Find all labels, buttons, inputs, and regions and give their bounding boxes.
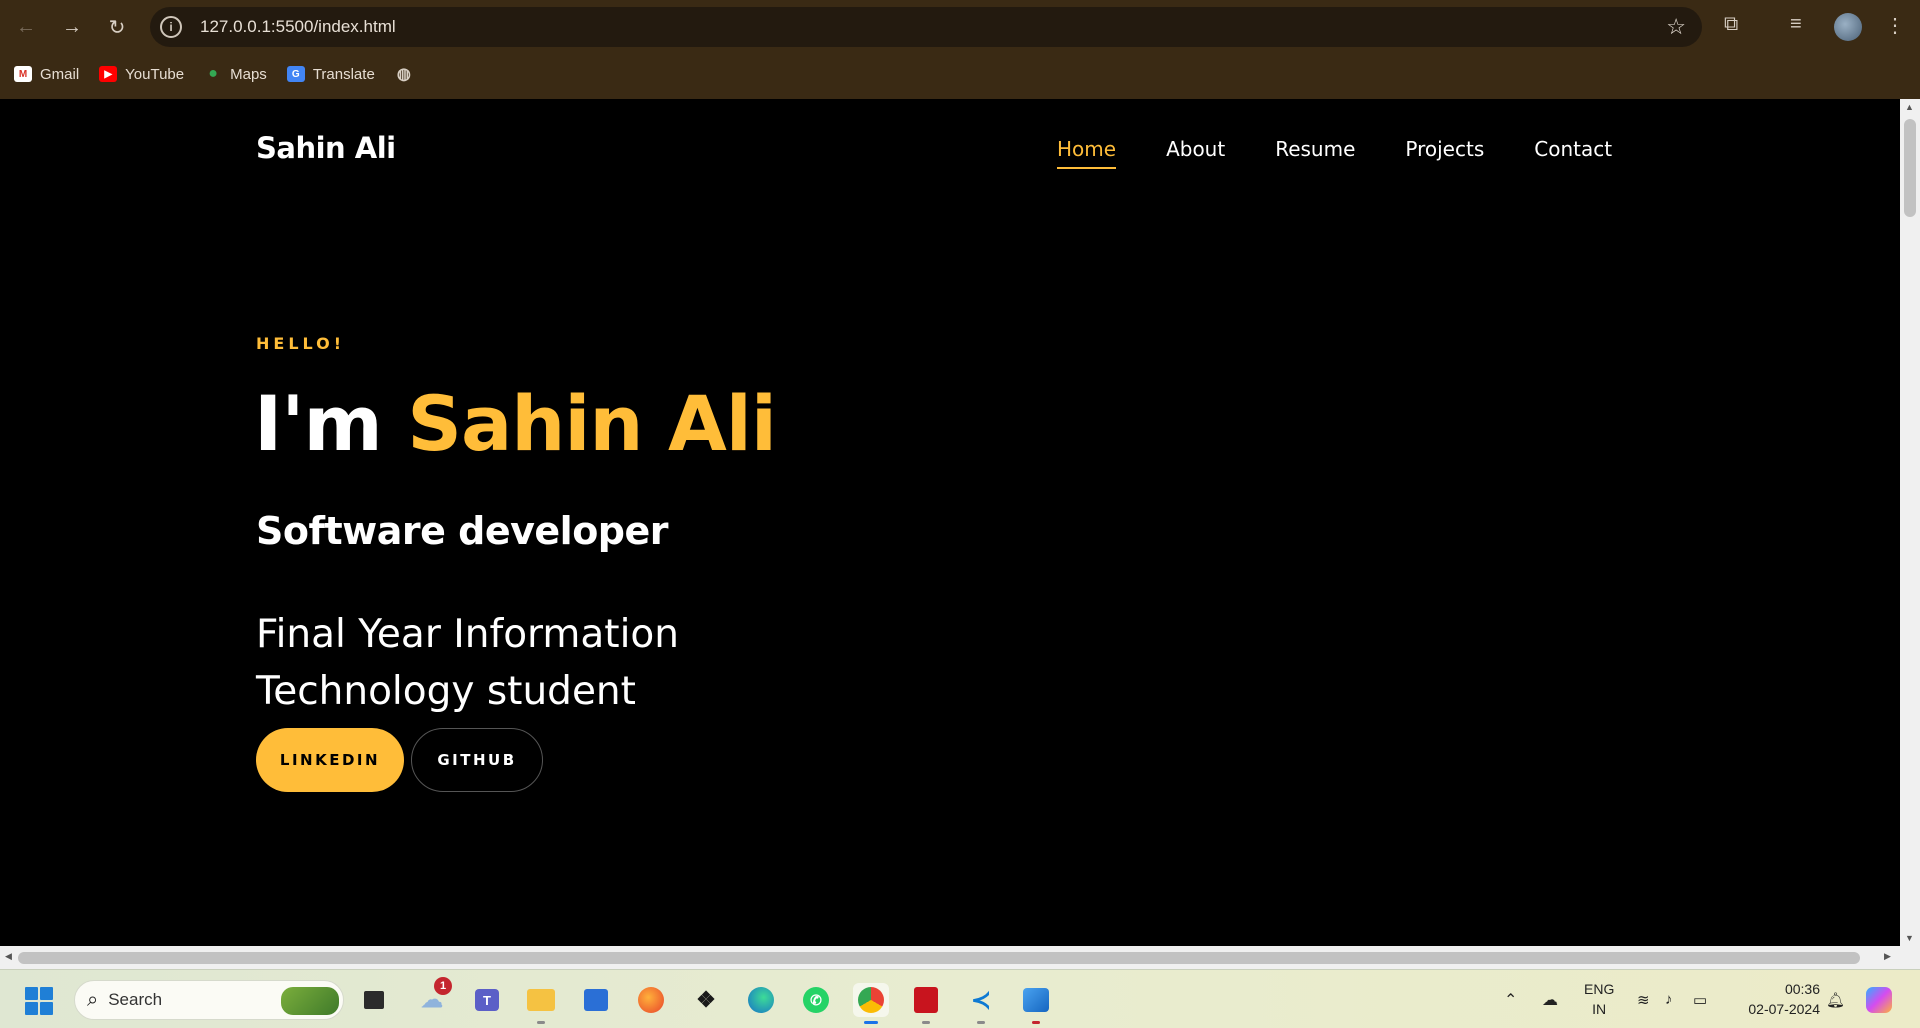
youtube-icon: ▶	[99, 66, 118, 82]
photos-icon[interactable]	[1018, 983, 1054, 1024]
onedrive-offline-icon[interactable]: ☁	[1542, 970, 1558, 1028]
site-brand[interactable]: Sahin Ali	[256, 131, 396, 165]
scroll-up-icon[interactable]: ▲	[1905, 102, 1914, 112]
scroll-right-icon[interactable]: ▶	[1884, 951, 1891, 962]
clock[interactable]: 00:36 02-07-2024	[1734, 979, 1820, 1019]
vertical-scroll-thumb[interactable]	[1904, 119, 1916, 217]
copilot-icon[interactable]	[1866, 970, 1892, 1028]
edge-icon[interactable]	[743, 983, 779, 1017]
reload-button[interactable]: ↻	[101, 11, 133, 43]
weather-badge: 1	[434, 977, 452, 995]
maps-icon: ●	[208, 65, 218, 82]
wifi-icon[interactable]: ≋	[1637, 970, 1650, 1028]
weather-icon[interactable]: ☁ 1	[414, 977, 452, 1017]
nav-about[interactable]: About	[1166, 137, 1225, 169]
scrollbar-corner	[1900, 946, 1920, 969]
github-button[interactable]: GITHUB	[411, 728, 543, 792]
address-bar[interactable]: i 127.0.0.1:5500/index.html ☆	[150, 7, 1702, 47]
show-hidden-icons[interactable]: ⌃	[1504, 970, 1517, 1028]
clock-time: 00:36	[1784, 981, 1820, 997]
hero-headline: I'm Sahin Ali	[254, 379, 777, 468]
nav-home[interactable]: Home	[1057, 137, 1117, 169]
translate-icon: G	[286, 66, 305, 82]
hero-name: Sahin Ali	[407, 379, 777, 468]
horizontal-scroll-thumb[interactable]	[18, 952, 1860, 964]
hero-role: Software developer	[256, 509, 669, 553]
hero-intro: I'm	[254, 379, 408, 468]
task-view-icon[interactable]	[356, 983, 392, 1017]
nav-projects[interactable]: Projects	[1405, 137, 1484, 169]
extensions-icon[interactable]: ⧉	[1724, 13, 1738, 36]
language-line1: ENG	[1584, 981, 1615, 997]
hero-description: Final Year Information Technology studen…	[256, 612, 680, 714]
vertical-scrollbar[interactable]: ▲ ▼	[1900, 99, 1920, 946]
site-info-icon[interactable]: i	[160, 16, 182, 38]
bookmark-label: Maps	[230, 65, 267, 83]
firefox-icon[interactable]	[633, 983, 669, 1017]
bookmarks-bar: M Gmail ▶ YouTube ● Maps G Translate ◍	[0, 58, 1920, 90]
bookmark-maps[interactable]: ● Maps	[204, 65, 267, 83]
acrobat-icon[interactable]	[908, 983, 944, 1024]
bookmark-gmail[interactable]: M Gmail	[14, 66, 79, 83]
browser-toolbar: ← → ↻ i 127.0.0.1:5500/index.html ☆ ⧉ ≡ …	[0, 0, 1920, 54]
teams-icon[interactable]: T	[469, 983, 505, 1017]
bookmark-label: YouTube	[125, 65, 185, 83]
browser-chrome: ← → ↻ i 127.0.0.1:5500/index.html ☆ ⧉ ≡ …	[0, 0, 1920, 99]
nav-contact[interactable]: Contact	[1534, 137, 1612, 169]
media-controls-icon[interactable]: ≡	[1790, 13, 1802, 36]
browser-menu-icon[interactable]: ⋮	[1885, 13, 1905, 38]
web-page: Sahin Ali Home About Resume Projects Con…	[0, 99, 1900, 946]
vscode-icon[interactable]: ≺	[963, 983, 999, 1024]
dropbox-icon[interactable]: ❖	[688, 983, 724, 1017]
taskbar-search[interactable]: ⌕ Search	[74, 980, 344, 1020]
taskbar-search-label: Search	[108, 990, 163, 1009]
bookmark-globe[interactable]: ◍	[395, 66, 421, 83]
chrome-icon[interactable]	[853, 983, 889, 1024]
search-icon: ⌕	[87, 988, 99, 1011]
battery-icon[interactable]: ▭	[1693, 970, 1707, 1028]
bookmark-label: Translate	[312, 65, 375, 83]
taskbar: ⌕ Search ☁ 1 T ❖ ✆ ≺ ⌃ ☁ ENG IN ≋ ♪ ▭ 00:…	[0, 969, 1920, 1028]
bookmark-label: Gmail	[40, 65, 80, 83]
search-highlight-icon	[281, 987, 339, 1015]
scroll-down-icon[interactable]: ▼	[1905, 933, 1914, 943]
volume-icon[interactable]: ♪	[1665, 970, 1673, 1028]
hero-greeting: HELLO!	[256, 334, 346, 353]
linkedin-button[interactable]: LINKEDIN	[256, 728, 404, 792]
profile-avatar[interactable]	[1834, 13, 1862, 41]
bookmark-star-icon[interactable]: ☆	[1666, 14, 1686, 40]
language-indicator[interactable]: ENG IN	[1584, 979, 1614, 1019]
microsoft-store-icon[interactable]	[578, 983, 614, 1017]
address-url[interactable]: 127.0.0.1:5500/index.html	[200, 17, 396, 37]
windows-start-icon[interactable]	[25, 987, 53, 1015]
bookmark-youtube[interactable]: ▶ YouTube	[99, 66, 184, 83]
clock-date: 02-07-2024	[1748, 1001, 1820, 1017]
gmail-icon: M	[14, 66, 32, 82]
forward-button[interactable]: →	[56, 11, 88, 43]
notification-bell-icon[interactable]: 🔔︎	[1826, 970, 1845, 1028]
nav-resume[interactable]: Resume	[1275, 137, 1355, 169]
horizontal-scrollbar[interactable]: ◀ ▶	[0, 946, 1900, 969]
scroll-left-icon[interactable]: ◀	[5, 951, 12, 962]
whatsapp-icon[interactable]: ✆	[798, 983, 834, 1017]
globe-icon: ◍	[396, 66, 411, 83]
file-explorer-icon[interactable]	[523, 983, 559, 1024]
back-button[interactable]: ←	[10, 11, 42, 43]
site-nav: Home About Resume Projects Contact	[1057, 137, 1612, 169]
bookmark-translate[interactable]: G Translate	[286, 65, 375, 83]
language-line2: IN	[1592, 1001, 1607, 1017]
